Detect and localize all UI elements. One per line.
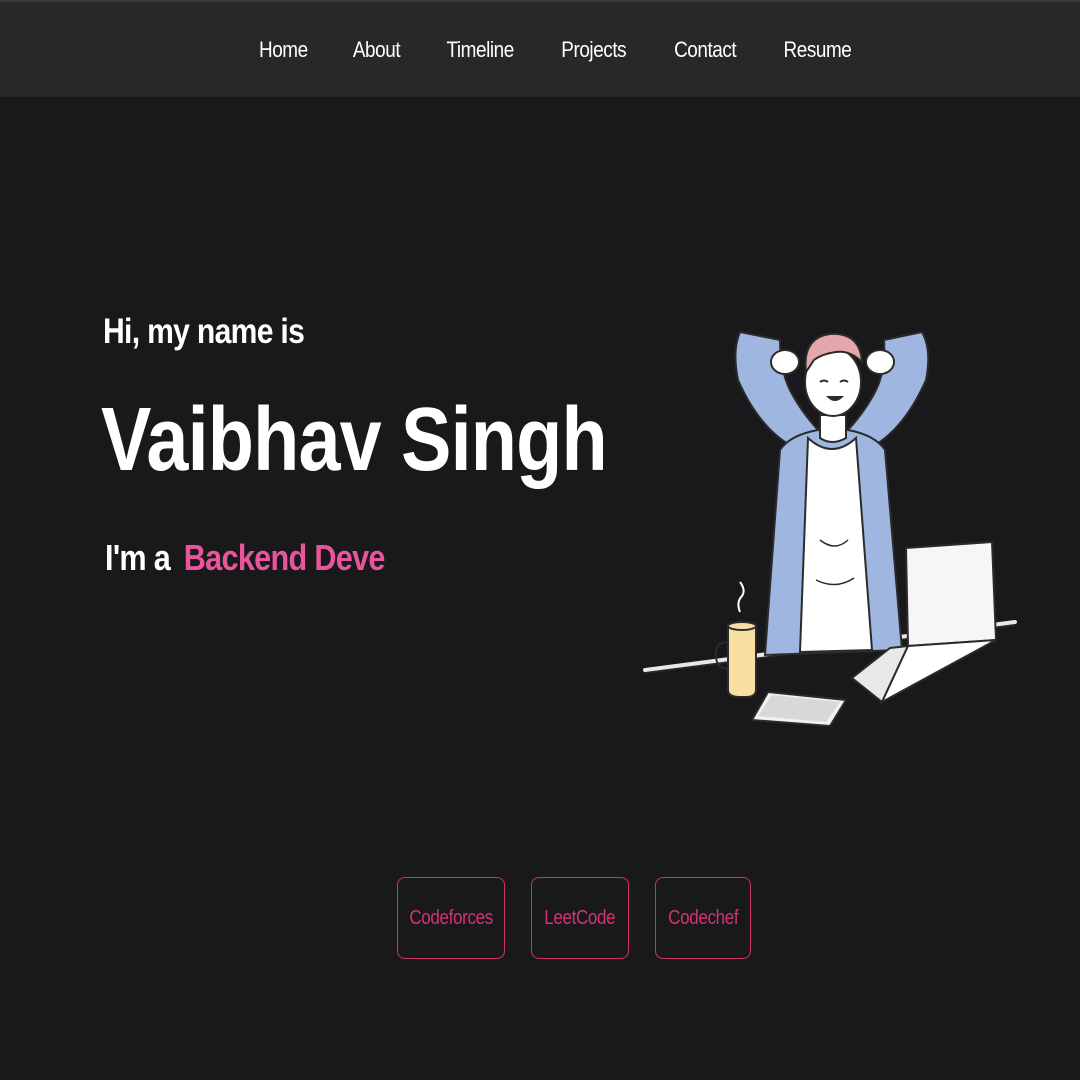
coding-profile-links: Codeforces LeetCode Codechef <box>397 877 751 959</box>
nav-projects-link[interactable]: Projects <box>561 37 626 63</box>
portfolio-page: Home About Timeline Projects Contact Res… <box>0 0 1080 1080</box>
codechef-label: Codechef <box>667 906 739 929</box>
leetcode-button[interactable]: LeetCode <box>531 877 629 959</box>
role-prefix: I'm a <box>105 537 171 578</box>
tablet-device <box>750 690 848 728</box>
leetcode-label: LeetCode <box>544 906 616 929</box>
codeforces-label: Codeforces <box>409 906 493 929</box>
developer-illustration <box>643 330 1017 728</box>
nav-timeline-link[interactable]: Timeline <box>446 37 514 63</box>
hero-name: Vaibhav Singh <box>101 390 608 490</box>
coffee-mug <box>714 581 757 698</box>
typed-role-text: Backend Deve <box>183 537 386 578</box>
nav-about-link[interactable]: About <box>353 37 401 63</box>
top-navbar: Home About Timeline Projects Contact Res… <box>0 0 1080 97</box>
nav-contact-link[interactable]: Contact <box>674 37 737 63</box>
nav-home-link[interactable]: Home <box>259 37 308 63</box>
codechef-button[interactable]: Codechef <box>655 877 751 959</box>
hero-greeting: Hi, my name is <box>103 312 305 351</box>
hero-role-line: I'm a Backend Deve <box>105 537 385 579</box>
codeforces-button[interactable]: Codeforces <box>397 877 505 959</box>
nav-resume-link[interactable]: Resume <box>783 37 851 63</box>
nav-menu: Home About Timeline Projects Contact Res… <box>16 2 1080 97</box>
